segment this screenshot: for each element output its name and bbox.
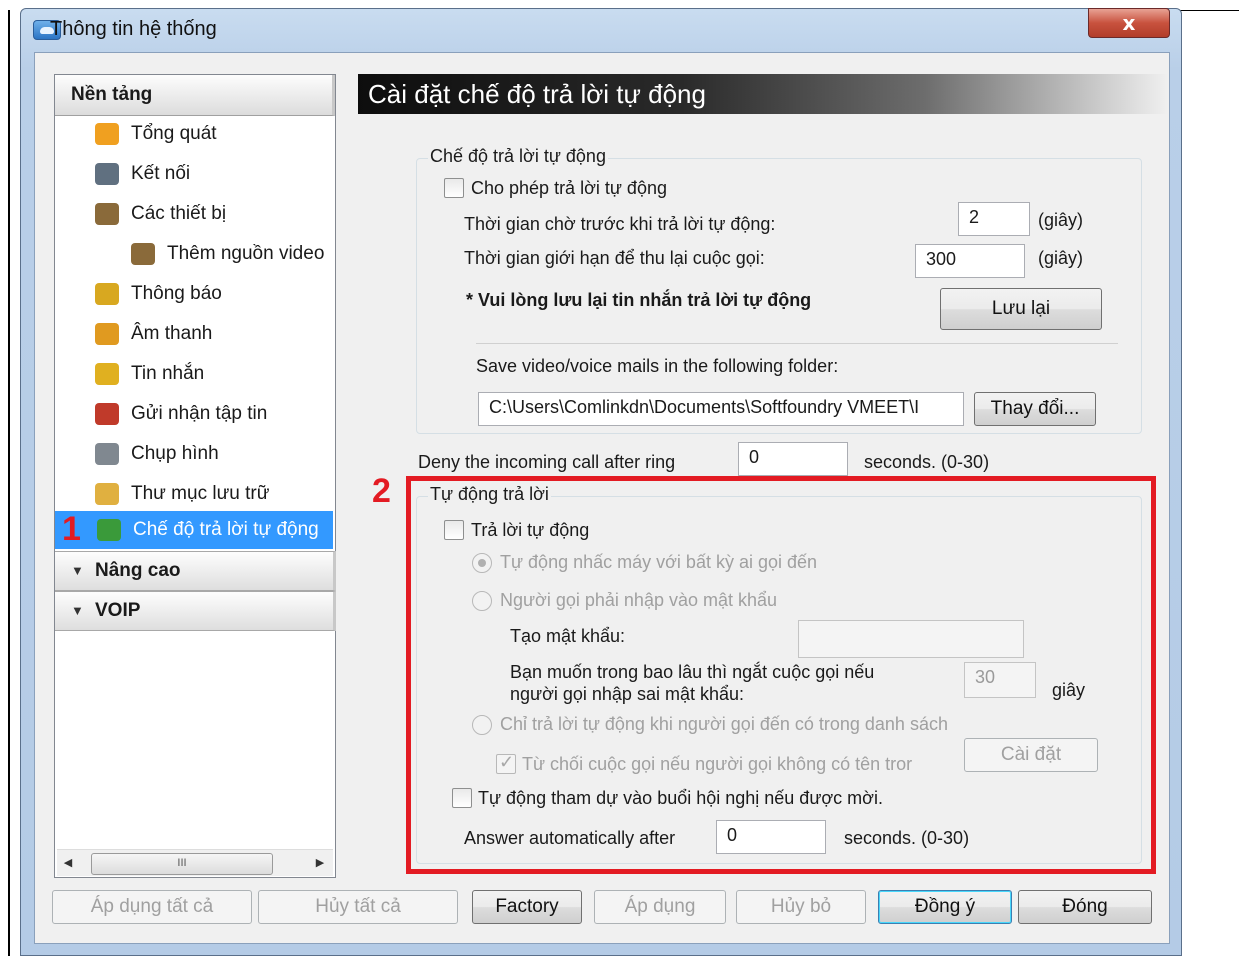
camera-icon <box>95 443 119 465</box>
window-title: Thông tin hệ thống <box>50 18 217 40</box>
sidebar-item-label: Âm thanh <box>131 323 213 344</box>
page-left-rule <box>8 10 10 956</box>
ok-button[interactable]: Đồng ý <box>878 890 1012 924</box>
wait-time-label: Thời gian chờ trước khi trả lời tự động: <box>464 214 776 234</box>
deny-call-unit: seconds. (0-30) <box>864 452 990 472</box>
cancel-button[interactable]: Hủy bỏ <box>736 890 866 924</box>
tree-header-platform[interactable]: Nền tảng <box>55 75 335 116</box>
page-top-rule <box>1180 10 1239 11</box>
network-icon <box>95 163 119 185</box>
gear-icon <box>95 123 119 145</box>
allow-auto-answer-label: Cho phép trả lời tự động <box>471 178 667 198</box>
sidebar-item-label: Chụp hình <box>131 443 219 464</box>
video-source-icon <box>131 243 155 265</box>
sidebar-item-label: Gửi nhận tập tin <box>131 403 268 424</box>
collapse-triangle-icon: ▼ <box>71 603 84 618</box>
sidebar-item-label: Các thiết bị <box>131 203 227 224</box>
apply-button[interactable]: Áp dụng <box>594 890 726 924</box>
folder-icon <box>95 483 119 505</box>
scroll-thumb[interactable]: III <box>91 853 273 875</box>
deny-call-seconds-input[interactable]: 0 <box>738 442 848 476</box>
sidebar-item[interactable]: Chế độ trả lời tự động <box>55 511 333 549</box>
auto-answer-icon <box>97 519 121 541</box>
mail-folder-path-input[interactable]: C:\Users\Comlinkdn\Documents\Softfoundry… <box>478 392 964 426</box>
sidebar-item-label: Tin nhắn <box>131 363 205 384</box>
close-window-button[interactable]: x <box>1088 8 1170 38</box>
tree-section-advanced[interactable]: ▼ Nâng cao <box>55 551 336 591</box>
sidebar-item-label: Thêm nguồn video <box>167 243 325 264</box>
wait-time-unit: (giây) <box>1038 210 1084 230</box>
close-button[interactable]: Đóng <box>1018 890 1152 924</box>
settings-tree: Nền tảng Tổng quát Kết nối Các thiết bị Thê… <box>54 74 336 878</box>
change-folder-button[interactable]: Thay đổi... <box>974 392 1096 426</box>
apply-all-button[interactable]: Áp dụng tất cả <box>52 890 252 924</box>
factory-reset-button[interactable]: Factory <box>472 890 582 924</box>
scroll-right-icon[interactable]: ▶ <box>311 853 329 873</box>
wait-time-input[interactable]: 2 <box>958 202 1030 236</box>
sidebar-item-label: Chế độ trả lời tự động <box>133 519 319 540</box>
mail-folder-label: Save video/voice mails in the following … <box>476 356 839 376</box>
cancel-all-button[interactable]: Hủy tất cả <box>258 890 458 924</box>
deny-call-label: Deny the incoming call after ring <box>418 452 676 472</box>
group-title: Chế độ trả lời tự động <box>428 146 608 167</box>
tree-section-voip[interactable]: ▼ VOIP <box>55 591 336 631</box>
collapse-triangle-icon: ▼ <box>71 563 84 578</box>
annotation-marker-2: 2 <box>372 472 391 510</box>
section-label: VOIP <box>95 600 141 621</box>
allow-auto-answer-checkbox[interactable] <box>444 178 464 198</box>
music-note-icon <box>95 323 119 345</box>
divider <box>476 343 1118 344</box>
annotation-marker-1: 1 <box>62 510 81 548</box>
save-button[interactable]: Lưu lại <box>940 288 1102 330</box>
notification-icon <box>95 283 119 305</box>
scroll-left-icon[interactable]: ◀ <box>59 853 77 873</box>
file-transfer-icon <box>95 403 119 425</box>
record-limit-unit: (giây) <box>1038 248 1084 268</box>
record-limit-input[interactable]: 300 <box>915 244 1025 278</box>
sidebar-item-label: Thông báo <box>131 283 222 304</box>
devices-icon <box>95 203 119 225</box>
message-icon <box>95 363 119 385</box>
page-title: Cài đặt chế độ trả lời tự động <box>358 74 1168 114</box>
sidebar-item-label: Kết nối <box>131 163 191 184</box>
record-limit-label: Thời gian giới hạn để thu lại cuộc gọi: <box>464 248 765 268</box>
save-message-note: * Vui lòng lưu lại tin nhắn trả lời tự đ… <box>466 290 812 310</box>
annotation-highlight-box <box>406 476 1156 874</box>
section-label: Nâng cao <box>95 560 181 581</box>
sidebar-item-label: Tổng quát <box>131 123 217 144</box>
sidebar-item-label: Thư mục lưu trữ <box>131 483 270 504</box>
horizontal-scrollbar[interactable]: ◀ III ▶ <box>57 849 333 876</box>
